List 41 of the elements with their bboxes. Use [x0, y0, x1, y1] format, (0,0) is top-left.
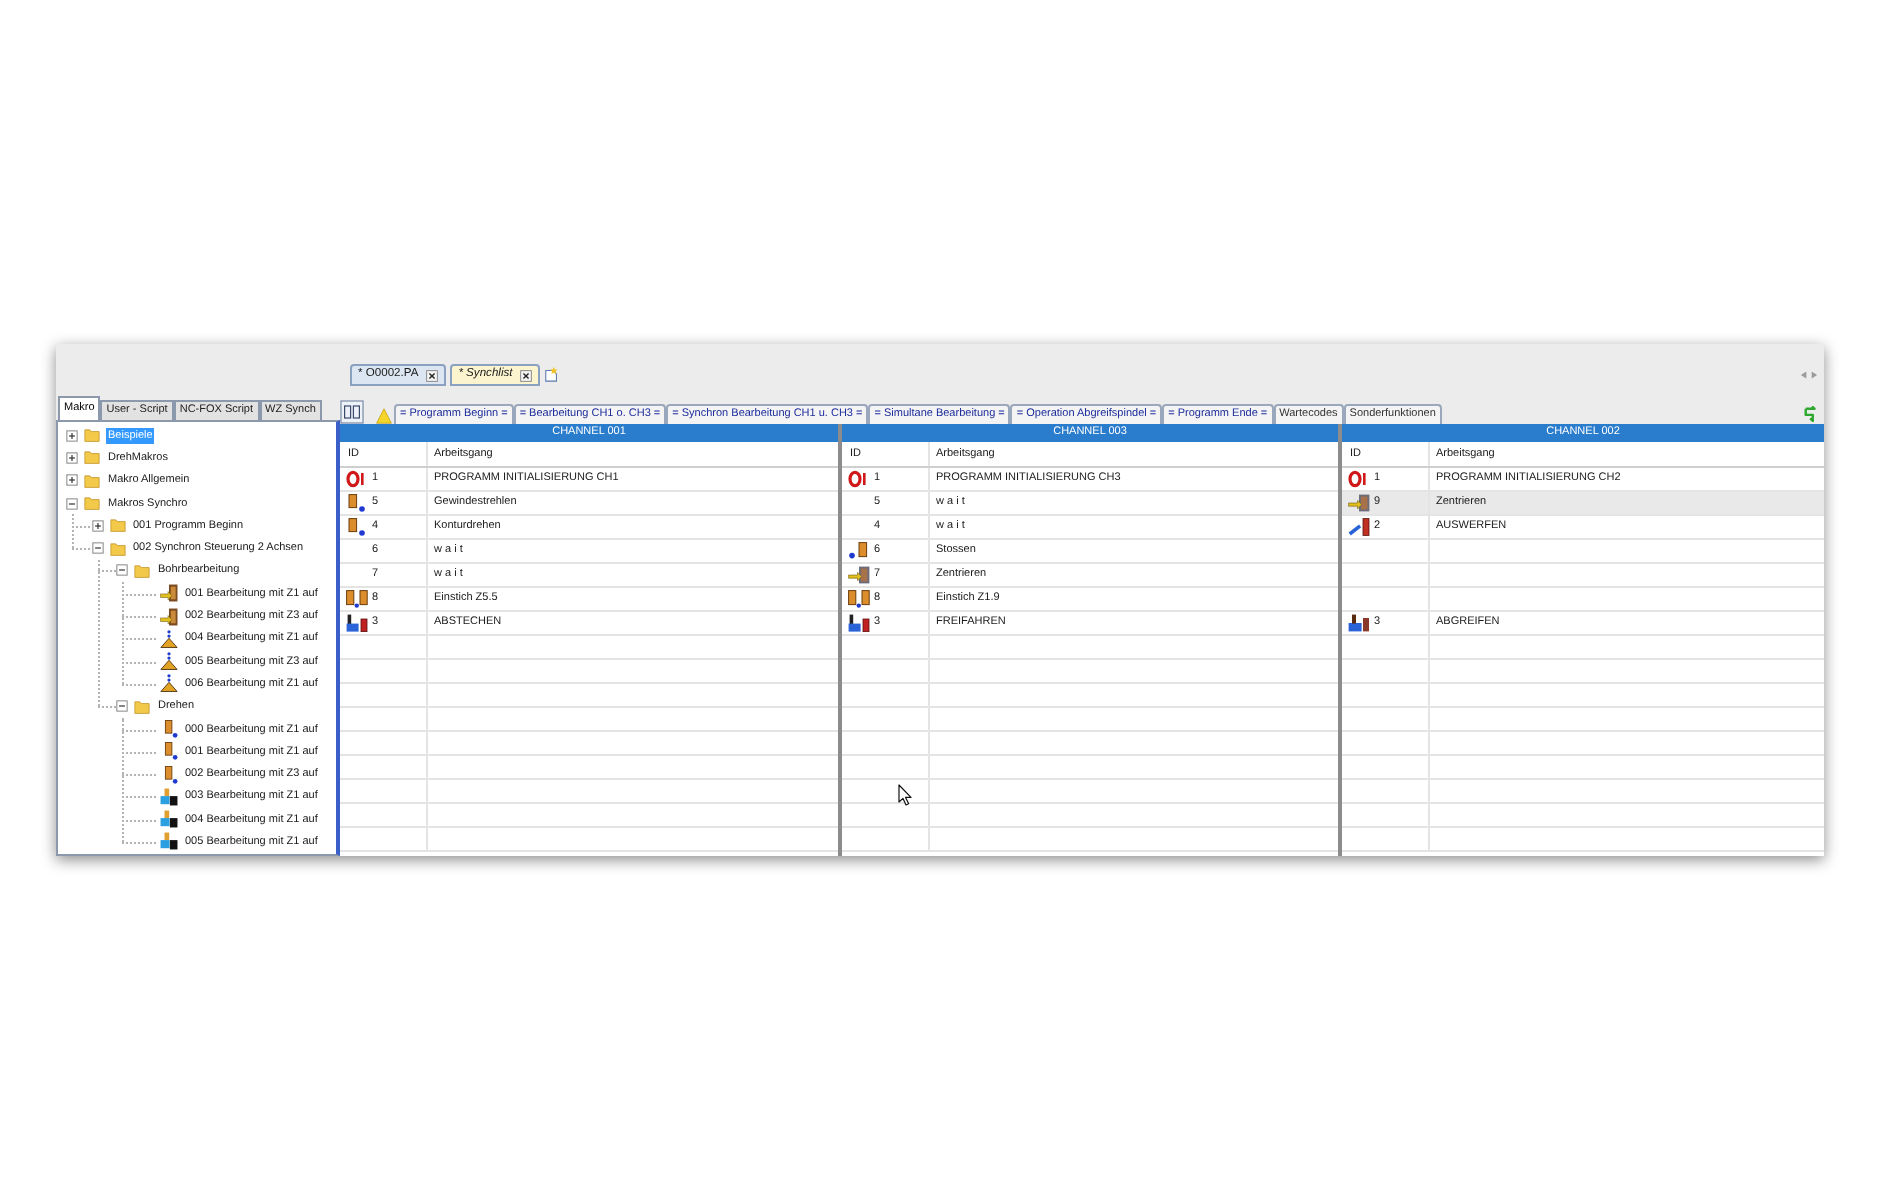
tool-icon [159, 742, 177, 761]
collapse-icon[interactable] [116, 700, 128, 713]
tool-icon [159, 720, 177, 738]
ring-icon [1348, 470, 1370, 488]
expand-icon[interactable] [91, 519, 103, 532]
spindle-icon [848, 566, 870, 584]
arrow-icon[interactable] [1804, 406, 1818, 422]
collapse-icon[interactable] [66, 497, 78, 510]
gripper-icon [1348, 614, 1370, 632]
folder-icon [134, 699, 150, 714]
spindle-icon [1348, 494, 1370, 512]
close-icon[interactable] [520, 369, 533, 381]
tool-icon [848, 542, 870, 560]
ring-icon [848, 470, 870, 488]
tool-pair-icon [848, 590, 870, 608]
drill-icon [159, 674, 177, 693]
machine-icon [159, 787, 177, 806]
layout-icon[interactable] [340, 400, 364, 424]
new-document-icon[interactable] [544, 366, 561, 382]
expand-icon[interactable] [66, 451, 78, 464]
expand-icon[interactable] [66, 429, 78, 442]
ring-icon [346, 470, 368, 488]
machine-icon [159, 832, 177, 851]
tool-icon [159, 765, 177, 784]
machine-icon [159, 810, 177, 829]
collapse-icon[interactable] [91, 542, 103, 555]
drill-icon [159, 652, 177, 671]
machine-icon [346, 614, 368, 632]
spindle-icon [159, 584, 177, 603]
close-icon[interactable] [426, 369, 439, 381]
ejector-icon [1348, 518, 1370, 536]
spindle-icon [159, 607, 177, 626]
tool-pair-icon [346, 590, 368, 608]
tool-icon [346, 494, 368, 512]
drill-icon [159, 629, 177, 648]
mouse-pointer-icon [898, 784, 912, 806]
tool-icon [346, 518, 368, 536]
machine-icon [848, 614, 870, 632]
tab-scroll-arrows-icon[interactable] [1800, 370, 1818, 380]
expand-icon[interactable] [66, 474, 78, 487]
collapse-icon[interactable] [116, 564, 128, 577]
